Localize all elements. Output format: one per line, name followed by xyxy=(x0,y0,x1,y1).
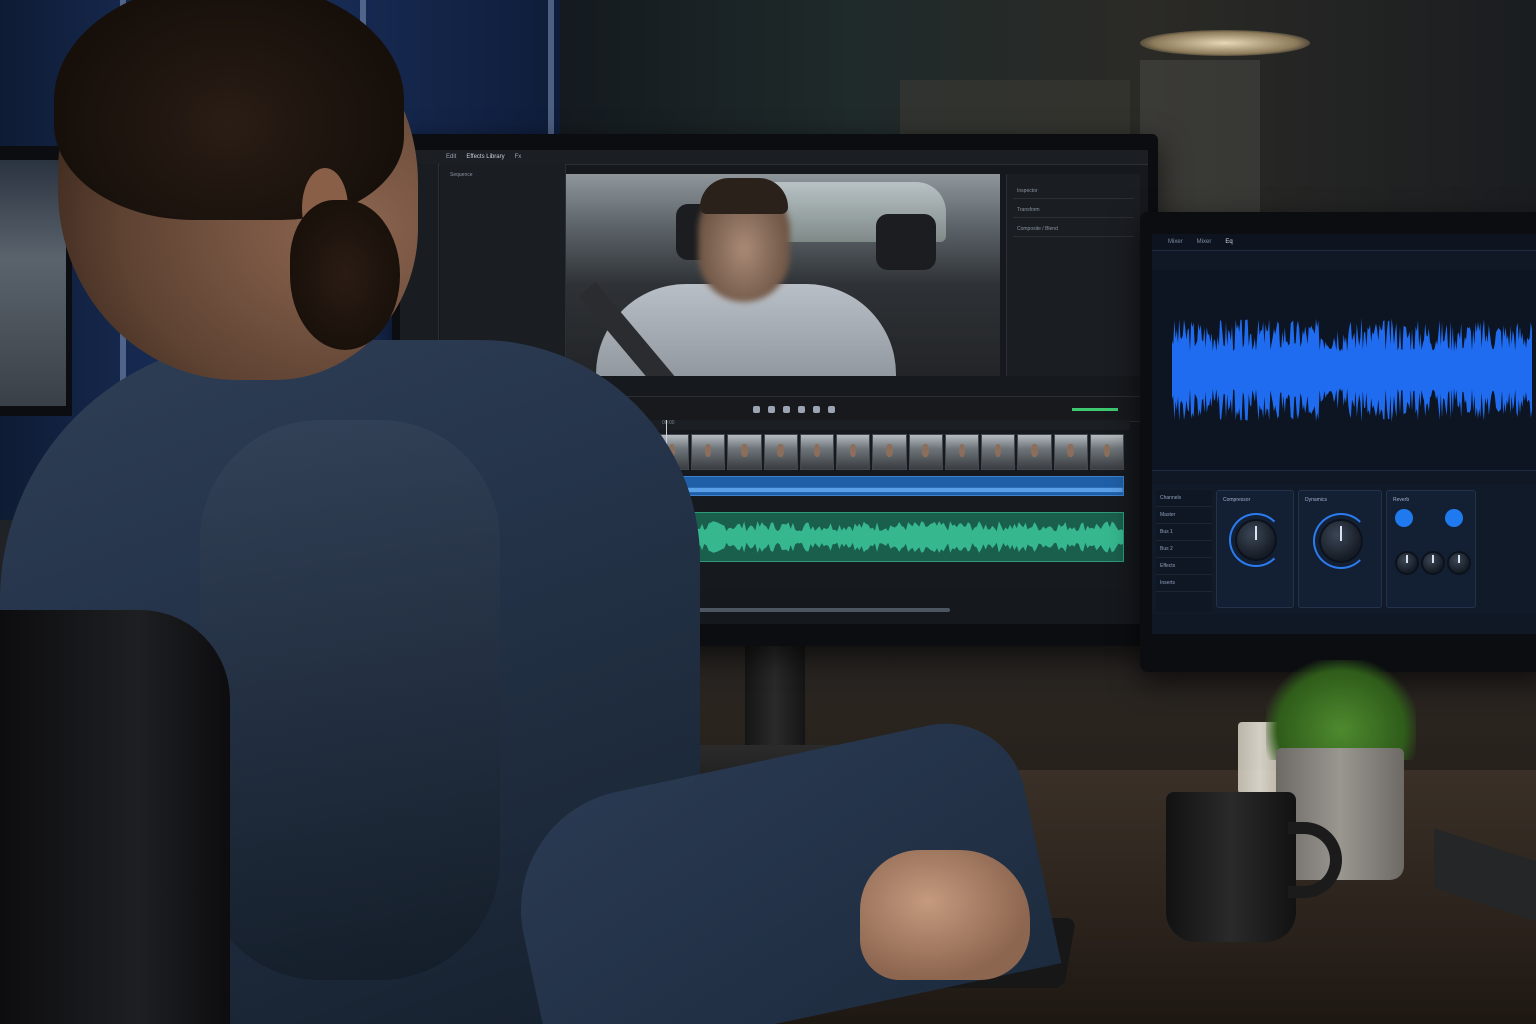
side-monitor: Mixer Mixer Eq Channels Master Bus 1 Bus… xyxy=(1140,212,1536,672)
clip-thumbnail[interactable] xyxy=(872,434,907,470)
clip-thumbnail[interactable] xyxy=(1089,434,1124,470)
person-hand-on-mouse xyxy=(860,850,1030,980)
mixer-list-item[interactable]: Bus 2 xyxy=(1156,541,1212,558)
audio-menu-mixer-2[interactable]: Mixer xyxy=(1197,239,1212,245)
background-door xyxy=(1140,60,1260,220)
clip-thumbnail[interactable] xyxy=(944,434,979,470)
reverb-panel: Reverb xyxy=(1386,490,1476,608)
compressor-knob[interactable] xyxy=(1235,519,1277,561)
clip-thumbnail[interactable] xyxy=(1053,434,1088,470)
reverb-toggle-2[interactable] xyxy=(1445,509,1463,527)
inspector-panel: Inspector Transform Composite / Blend xyxy=(1006,174,1140,384)
dynamics-knob[interactable] xyxy=(1319,519,1363,563)
dynamics-panel: Dynamics xyxy=(1298,490,1382,608)
coffee-mug xyxy=(1166,792,1296,942)
clip-thumbnail[interactable] xyxy=(836,434,871,470)
audio-waveform xyxy=(1172,318,1532,422)
mixer-list-item[interactable]: Effects xyxy=(1156,558,1212,575)
mixer-list-item[interactable]: Master xyxy=(1156,507,1212,524)
mixer-list-item[interactable]: Channels xyxy=(1156,490,1212,507)
clip-thumbnail[interactable] xyxy=(981,434,1016,470)
shirt-fold xyxy=(200,420,500,980)
waveform-display[interactable] xyxy=(1152,270,1536,471)
person-beard xyxy=(290,200,400,350)
mixer-channel-list: Channels Master Bus 1 Bus 2 Effects Inse… xyxy=(1156,490,1212,612)
clip-thumbnail[interactable] xyxy=(1017,434,1052,470)
person-hair xyxy=(54,0,404,220)
inspector-row-transform[interactable]: Transform xyxy=(1013,203,1134,218)
mixer-list-item[interactable]: Bus 1 xyxy=(1156,524,1212,541)
office-chair xyxy=(0,610,230,1024)
loop-icon[interactable] xyxy=(828,405,835,413)
reverb-knob-1[interactable] xyxy=(1395,551,1419,575)
audio-level-meter xyxy=(1072,408,1118,411)
mixer-section: Channels Master Bus 1 Bus 2 Effects Inse… xyxy=(1152,484,1536,614)
step-forward-icon[interactable] xyxy=(798,405,805,413)
ceiling-lamp xyxy=(1140,30,1310,56)
background-shelf xyxy=(900,80,1130,140)
audio-menu-eq[interactable]: Eq xyxy=(1225,239,1232,245)
compressor-panel: Compressor xyxy=(1216,490,1294,608)
inspector-header: Inspector xyxy=(1013,184,1134,199)
reverb-knob-2[interactable] xyxy=(1421,551,1445,575)
inspector-row-composite[interactable]: Composite / Blend xyxy=(1013,222,1134,237)
plant-leaves xyxy=(1266,660,1416,760)
audio-menu-mixer[interactable]: Mixer xyxy=(1168,239,1183,245)
compressor-label: Compressor xyxy=(1223,497,1251,503)
dynamics-label: Dynamics xyxy=(1305,497,1327,503)
clip-thumbnail[interactable] xyxy=(799,434,834,470)
clip-thumbnail[interactable] xyxy=(908,434,943,470)
reverb-label: Reverb xyxy=(1393,497,1410,503)
skip-forward-icon[interactable] xyxy=(813,405,820,413)
reverb-toggle-1[interactable] xyxy=(1395,509,1413,527)
reverb-knob-3[interactable] xyxy=(1447,551,1471,575)
audio-editor-window: Mixer Mixer Eq Channels Master Bus 1 Bus… xyxy=(1152,234,1536,634)
mixer-list-item[interactable]: Inserts xyxy=(1156,575,1212,592)
office-scene: Edit Effects Library Fx Sequence Inspect… xyxy=(0,0,1536,1024)
audio-menubar: Mixer Mixer Eq xyxy=(1152,234,1536,251)
headrest-right xyxy=(876,214,936,270)
play-icon[interactable] xyxy=(783,405,790,413)
